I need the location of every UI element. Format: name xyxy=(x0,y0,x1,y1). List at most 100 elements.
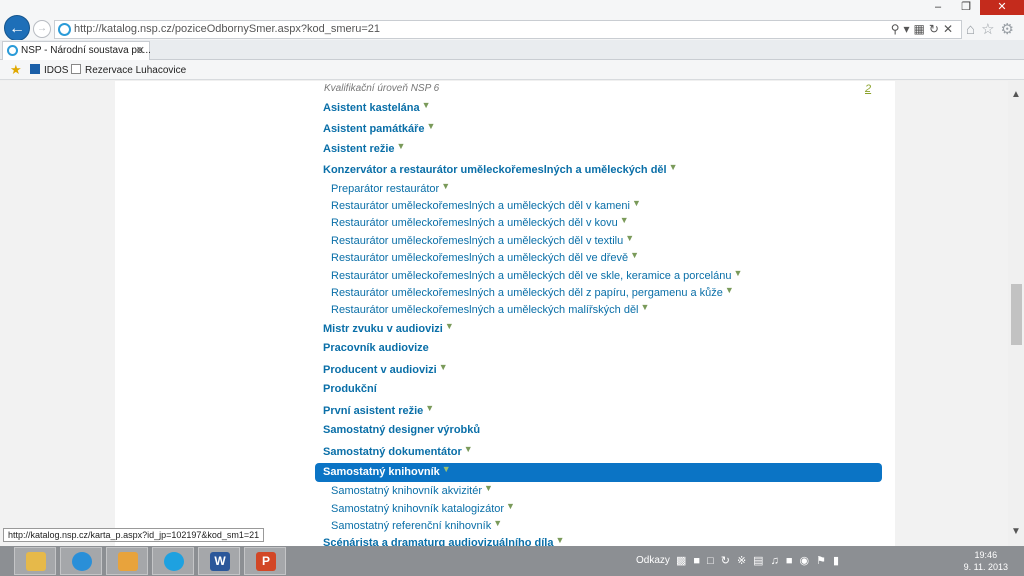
tray-network-icon[interactable]: ▤ xyxy=(753,555,770,567)
sub-occupation-link[interactable]: Restaurátor uměleckořemeslných a uměleck… xyxy=(331,198,641,212)
occupation-label: Konzervátor a restaurátor uměleckořemesl… xyxy=(323,164,667,176)
taskbar-word[interactable]: W xyxy=(198,547,240,575)
occupation-label: Restaurátor uměleckořemeslných a uměleck… xyxy=(331,287,723,299)
flag-icon: ▼ xyxy=(484,483,493,493)
sub-occupation-link[interactable]: Restaurátor uměleckořemeslných a uměleck… xyxy=(331,302,649,316)
occupation-label: Samostatný knihovník xyxy=(323,466,440,478)
dropdown-icon[interactable]: ▾ xyxy=(904,22,914,36)
close-button[interactable]: ✕ xyxy=(980,0,1024,15)
favorite-rezervace[interactable]: Rezervace Luhacovice xyxy=(71,64,186,76)
tray-note-icon[interactable]: □ xyxy=(707,555,721,567)
compat-icon[interactable]: ▦ xyxy=(914,22,929,36)
occupation-label: Pracovník audiovize xyxy=(323,342,429,354)
favorites-star-icon[interactable]: ☆ xyxy=(981,21,1000,38)
occupation-link[interactable]: Pracovník audiovize xyxy=(323,342,429,354)
restore-button[interactable]: ❐ xyxy=(952,0,980,15)
flag-icon: ▼ xyxy=(733,268,743,278)
occupation-link[interactable]: Producent v audiovizi ▼ xyxy=(323,362,448,376)
clock[interactable]: 19:46 9. 11. 2013 xyxy=(964,549,1008,573)
sub-occupation-link[interactable]: Samostatný knihovník katalogizátor ▼ xyxy=(331,501,515,515)
taskbar-powerpoint[interactable]: P xyxy=(244,547,286,575)
occupation-link[interactable]: Samostatný knihovník ▼ xyxy=(323,464,451,478)
taskbar-outlook[interactable] xyxy=(106,547,148,575)
refresh-icon[interactable]: ↻ xyxy=(929,22,943,36)
occupation-link[interactable]: Asistent režie ▼ xyxy=(323,141,405,155)
flag-icon: ▼ xyxy=(463,444,473,454)
flag-icon: ▼ xyxy=(444,321,454,331)
tray-sync-icon[interactable]: ↻ xyxy=(721,555,737,567)
skype-icon xyxy=(164,552,184,571)
occupation-label: Samostatný dokumentátor xyxy=(323,446,462,458)
search-icon[interactable]: ⚲ xyxy=(891,22,904,36)
occupation-link[interactable]: Produkční xyxy=(323,383,377,395)
sub-occupation-link[interactable]: Restaurátor uměleckořemeslných a uměleck… xyxy=(331,268,742,282)
stop-icon[interactable]: ✕ xyxy=(943,22,957,36)
tab-close-icon[interactable]: ✕ xyxy=(136,44,145,57)
sub-occupation-link[interactable]: Samostatný knihovník akvizitér ▼ xyxy=(331,483,493,497)
url-text: http://katalog.nsp.cz/poziceOdbornySmer.… xyxy=(74,23,381,35)
occupation-label: Samostatný referenční knihovník xyxy=(331,520,492,532)
occupation-link[interactable]: Asistent kastelána ▼ xyxy=(323,100,431,114)
occupation-link[interactable]: Konzervátor a restaurátor uměleckořemesl… xyxy=(323,162,678,176)
scroll-down-icon[interactable]: ▼ xyxy=(1008,524,1024,540)
occupation-label: Mistr zvuku v audiovizi xyxy=(323,323,443,335)
idos-icon xyxy=(30,64,40,74)
occupation-link[interactable]: Samostatný designer výrobků xyxy=(323,424,480,436)
minimize-button[interactable]: – xyxy=(924,0,952,15)
tray-shield-icon[interactable]: ◉ xyxy=(799,555,816,567)
level-heading: Kvalifikační úroveň NSP 6 xyxy=(324,83,440,94)
sub-occupation-link[interactable]: Restaurátor uměleckořemeslných a uměleck… xyxy=(331,215,629,229)
favorites-star-icon[interactable]: ★ xyxy=(10,62,22,78)
occupation-link[interactable]: Mistr zvuku v audiovizi ▼ xyxy=(323,321,454,335)
occupation-label: Samostatný knihovník katalogizátor xyxy=(331,503,505,515)
links-toolbar-label[interactable]: Odkazy xyxy=(636,555,670,566)
occupation-link[interactable]: První asistent režie ▼ xyxy=(323,403,434,417)
occupation-link[interactable]: Samostatný dokumentátor ▼ xyxy=(323,444,473,458)
forward-button[interactable]: → xyxy=(33,20,51,38)
flag-icon: ▼ xyxy=(506,501,515,511)
sub-occupation-link[interactable]: Restaurátor uměleckořemeslných a uměleck… xyxy=(331,233,634,247)
occupation-link[interactable]: Scénárista a dramaturg audiovizuálního d… xyxy=(323,535,564,546)
scroll-up-icon[interactable]: ▲ xyxy=(1008,87,1024,103)
word-icon: W xyxy=(210,552,230,571)
tray-app2-icon[interactable]: ■ xyxy=(786,555,800,567)
taskbar-explorer[interactable] xyxy=(14,547,56,575)
back-button[interactable]: ← xyxy=(4,15,30,41)
occupation-label: Restaurátor uměleckořemeslných a uměleck… xyxy=(331,235,624,247)
sub-occupation-link[interactable]: Restaurátor uměleckořemeslných a uměleck… xyxy=(331,285,734,299)
status-url-tooltip: http://katalog.nsp.cz/karta_p.aspx?id_jp… xyxy=(3,528,265,542)
gear-icon[interactable]: ⚙ xyxy=(1001,21,1020,38)
sub-occupation-link[interactable]: Restaurátor uměleckořemeslných a uměleck… xyxy=(331,250,639,264)
sub-occupation-link[interactable]: Samostatný referenční knihovník ▼ xyxy=(331,518,502,532)
window-controls: – ❐ ✕ xyxy=(924,0,1024,15)
occupation-label: Produkční xyxy=(323,383,377,395)
system-tray: ▩■□↻※▤♫■◉⚑▮ xyxy=(676,554,846,567)
flag-icon: ▼ xyxy=(441,464,451,474)
url-field[interactable]: http://katalog.nsp.cz/poziceOdbornySmer.… xyxy=(54,20,962,39)
ie-icon xyxy=(72,552,92,571)
occupation-link[interactable]: Asistent památkáře ▼ xyxy=(323,121,435,135)
occupation-label: Restaurátor uměleckořemeslných a uměleck… xyxy=(331,252,629,264)
flag-icon: ▼ xyxy=(438,362,448,372)
tab-nsp[interactable]: NSP - Národní soustava po... ✕ xyxy=(2,41,151,60)
taskbar-ie[interactable] xyxy=(60,547,102,575)
flag-icon: ▼ xyxy=(421,100,431,110)
tray-app-icon[interactable]: ■ xyxy=(693,555,707,567)
tray-volume-icon[interactable]: ♫ xyxy=(771,555,786,567)
level-number-link[interactable]: 2 xyxy=(865,83,871,95)
home-icon[interactable]: ⌂ xyxy=(966,21,981,38)
tray-chart-icon[interactable]: ▩ xyxy=(676,555,693,567)
tray-flag-icon[interactable]: ⚑ xyxy=(816,555,833,567)
folder-icon xyxy=(26,552,46,571)
occupation-label: Scénárista a dramaturg audiovizuálního d… xyxy=(323,537,554,546)
scroll-thumb[interactable] xyxy=(1011,284,1022,345)
occupation-label: Samostatný designer výrobků xyxy=(323,424,481,436)
taskbar-skype[interactable] xyxy=(152,547,194,575)
tray-bluetooth-icon[interactable]: ※ xyxy=(737,555,753,567)
vertical-scrollbar[interactable]: ▲ ▼ xyxy=(1008,81,1024,546)
tray-battery-icon[interactable]: ▮ xyxy=(833,555,846,567)
clock-date: 9. 11. 2013 xyxy=(963,562,1008,572)
flag-icon: ▼ xyxy=(426,121,436,131)
favorite-idos[interactable]: IDOS xyxy=(30,64,68,76)
sub-occupation-link[interactable]: Preparátor restaurátor ▼ xyxy=(331,181,450,195)
